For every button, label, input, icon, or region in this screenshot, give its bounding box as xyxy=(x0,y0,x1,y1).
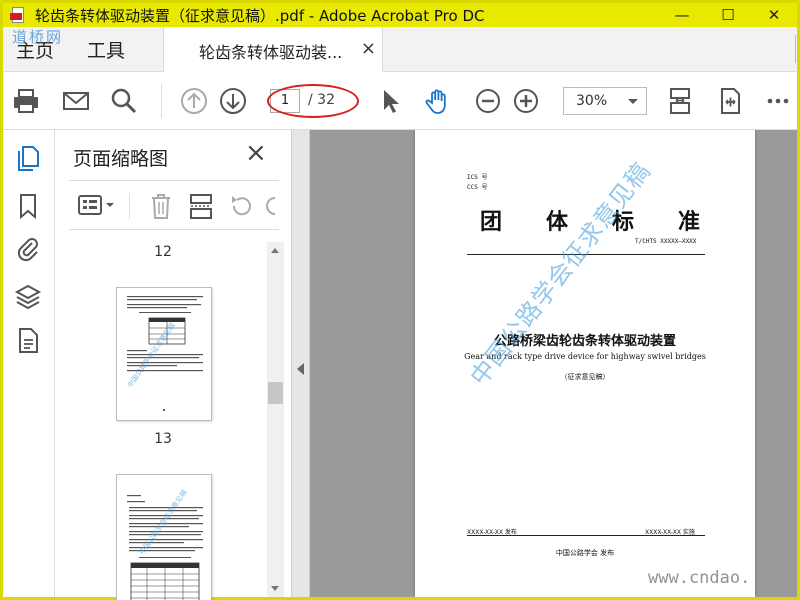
navigation-rail xyxy=(3,130,55,597)
document-title-en: Gear and rack type drive device for high… xyxy=(464,352,706,361)
ics-number: ICS 号 xyxy=(467,174,488,181)
toolbar-divider xyxy=(161,84,162,118)
print-icon[interactable] xyxy=(11,86,41,116)
document-properties-icon[interactable] xyxy=(14,326,42,354)
thumbnail-page-content: 中国公路学会征求意见稿 xyxy=(127,488,203,600)
window-title: 轮齿条转体驱动装置（征求意见稿）.pdf - Adobe Acrobat Pro… xyxy=(35,6,485,25)
thumbnail-scrollbar[interactable] xyxy=(267,242,284,597)
email-icon[interactable] xyxy=(61,86,91,116)
page-up-icon[interactable] xyxy=(179,86,209,116)
bookmark-icon[interactable] xyxy=(14,192,42,220)
ccs-number: CCS 号 xyxy=(467,184,488,191)
panel-toolbar xyxy=(69,180,279,230)
rotate-view-icon[interactable] xyxy=(715,86,745,116)
corner-watermark: 道桥网 xyxy=(12,28,64,46)
thumbnail-panel: 页面缩略图 × 12 中国公路学会征求意见稿 13 中国公路学会征求意见稿 xyxy=(55,130,292,600)
layers-icon[interactable] xyxy=(14,282,42,310)
zoom-select[interactable]: 30% xyxy=(563,87,647,115)
minimize-button[interactable]: — xyxy=(659,3,705,27)
chevron-left-icon xyxy=(297,363,304,375)
rotate-page-icon[interactable] xyxy=(227,192,255,220)
maximize-button[interactable]: ☐ xyxy=(705,3,751,27)
panel-title: 页面缩略图 xyxy=(73,148,169,170)
footer-rule xyxy=(467,535,705,536)
title-bar: 轮齿条转体驱动装置（征求意见稿）.pdf - Adobe Acrobat Pro… xyxy=(3,3,797,27)
thumbnail-label: 12 xyxy=(154,244,172,260)
annotation-oval xyxy=(267,84,359,118)
toolbar: 1 / 32 30% xyxy=(3,72,797,130)
pdf-file-icon xyxy=(9,6,27,24)
thumbnail-page-content: 中国公路学会征求意见稿 xyxy=(125,296,203,411)
thumbnail-options-icon[interactable] xyxy=(77,193,117,219)
zoom-value: 30% xyxy=(576,93,608,109)
standard-type-char: 团 xyxy=(480,209,503,235)
tab-tools[interactable]: 工具 xyxy=(87,36,125,63)
insert-page-icon[interactable] xyxy=(187,192,215,220)
scroll-down-icon[interactable] xyxy=(271,586,279,591)
issuer: 中国公路学会 发布 xyxy=(555,549,615,557)
panel-close-icon[interactable]: × xyxy=(245,140,267,166)
tab-bar: 主页 工具 轮齿条转体驱动装... × xyxy=(3,27,797,72)
scroll-thumb[interactable] xyxy=(268,382,283,404)
search-icon[interactable] xyxy=(109,86,139,116)
attachment-icon[interactable] xyxy=(14,234,42,262)
page-fit-icon[interactable] xyxy=(665,86,695,116)
tab-document-label: 轮齿条转体驱动装... xyxy=(199,43,343,62)
svg-text:中国公路学会征求意见稿: 中国公路学会征求意见稿 xyxy=(137,488,189,556)
zoom-out-icon[interactable] xyxy=(473,86,503,116)
panel-collapse-handle[interactable] xyxy=(292,130,310,597)
page-thumbnail-14[interactable]: 中国公路学会征求意见稿 xyxy=(116,474,212,600)
standard-type-char: 体 xyxy=(545,209,568,235)
tab-close-icon[interactable]: × xyxy=(361,38,376,59)
more-icon[interactable] xyxy=(763,86,793,116)
delete-page-icon[interactable] xyxy=(147,192,175,220)
thumbnail-label: 13 xyxy=(154,431,172,447)
document-title-cn: 公路桥梁齿轮齿条转体驱动装置 xyxy=(493,334,676,349)
page-thumbnail-13[interactable]: 中国公路学会征求意见稿 xyxy=(116,287,212,421)
select-cursor-icon[interactable] xyxy=(375,86,405,116)
document-page: ICS 号 CCS 号 团 体 标 准 T/CHTS XXXXX—XXXX 公路… xyxy=(415,130,755,597)
chevron-down-icon xyxy=(628,99,638,104)
standard-code: T/CHTS XXXXX—XXXX xyxy=(635,238,697,245)
close-window-button[interactable]: ✕ xyxy=(751,3,797,27)
scroll-up-icon[interactable] xyxy=(271,248,279,253)
hand-icon[interactable] xyxy=(423,86,453,116)
site-watermark: www.cndao. xyxy=(648,568,751,588)
tabbar-divider xyxy=(795,35,796,63)
standard-type-char: 准 xyxy=(677,209,700,235)
page-down-icon[interactable] xyxy=(218,86,248,116)
rotate-page-cw-icon[interactable] xyxy=(265,192,279,220)
page-thumbnails-icon[interactable] xyxy=(14,144,42,172)
zoom-in-icon[interactable] xyxy=(511,86,541,116)
document-view[interactable]: ICS 号 CCS 号 团 体 标 准 T/CHTS XXXXX—XXXX 公路… xyxy=(310,130,797,597)
tab-document[interactable]: 轮齿条转体驱动装... × xyxy=(163,27,383,72)
panel-toolbar-divider xyxy=(129,193,130,219)
